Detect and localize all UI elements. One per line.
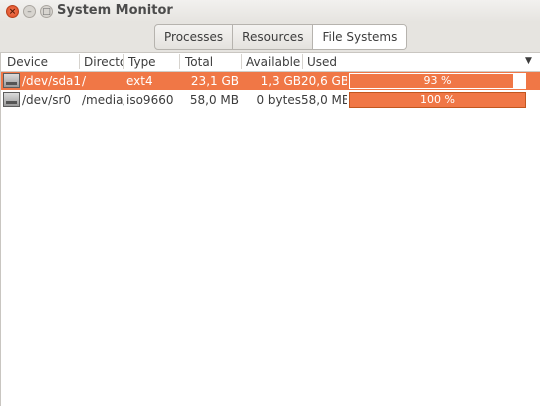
cell-device: /dev/sda1	[22, 74, 80, 88]
cell-type: iso9660	[126, 93, 174, 107]
drive-icon	[3, 92, 20, 107]
table-row[interactable]: /dev/sda1 / ext4 23,1 GB 1,3 GB 20,6 GB …	[1, 72, 540, 90]
table-header: Device Directo Type Total Available Used…	[1, 53, 540, 72]
tab-resources[interactable]: Resources	[233, 25, 314, 49]
close-icon: ×	[8, 7, 17, 17]
cell-directory: /	[82, 74, 87, 88]
column-header-directory[interactable]: Directo	[81, 54, 124, 70]
maximize-button[interactable]: □	[40, 5, 53, 18]
title-bar: × – □ System Monitor	[0, 0, 540, 22]
minimize-button[interactable]: –	[23, 5, 36, 18]
window-title: System Monitor	[57, 3, 173, 18]
column-separator[interactable]	[179, 54, 180, 69]
tab-processes[interactable]: Processes	[155, 25, 234, 49]
maximize-icon: □	[42, 7, 51, 17]
file-systems-table: Device Directo Type Total Available Used…	[0, 53, 540, 406]
tab-file-systems[interactable]: File Systems	[313, 25, 407, 49]
minimize-icon: –	[27, 7, 32, 17]
drive-icon	[3, 73, 20, 88]
column-separator[interactable]	[241, 54, 242, 69]
column-header-device[interactable]: Device	[4, 54, 81, 70]
close-button[interactable]: ×	[6, 5, 19, 18]
toolbar: Processes Resources File Systems	[0, 22, 540, 53]
cell-available: 1,3 GB	[260, 74, 301, 88]
cell-used: 58,0 MB	[301, 93, 347, 107]
usage-bar: 93 %	[349, 73, 526, 89]
column-header-total[interactable]: Total	[182, 54, 242, 70]
cell-total: 23,1 GB	[190, 74, 239, 88]
cell-used: 20,6 GB	[301, 74, 347, 88]
cell-device: /dev/sr0	[22, 93, 72, 107]
cell-type: ext4	[126, 74, 153, 88]
column-separator[interactable]	[79, 54, 80, 69]
usage-percent: 93 %	[423, 74, 452, 87]
tab-bar: Processes Resources File Systems	[154, 24, 408, 50]
usage-bar: 100 %	[349, 92, 526, 108]
chevron-down-icon[interactable]: ▼	[525, 56, 532, 66]
column-header-available[interactable]: Available	[243, 54, 303, 70]
cell-directory: /media/	[82, 93, 124, 107]
cell-available: 0 bytes	[256, 93, 301, 107]
column-header-type[interactable]: Type	[125, 54, 180, 70]
column-separator[interactable]	[123, 54, 124, 69]
column-separator[interactable]	[302, 54, 303, 69]
table-row[interactable]: /dev/sr0 /media/ iso9660 58,0 MB 0 bytes…	[1, 91, 540, 109]
usage-percent: 100 %	[420, 93, 455, 106]
cell-total: 58,0 MB	[189, 93, 239, 107]
column-header-used[interactable]: Used	[304, 54, 514, 70]
